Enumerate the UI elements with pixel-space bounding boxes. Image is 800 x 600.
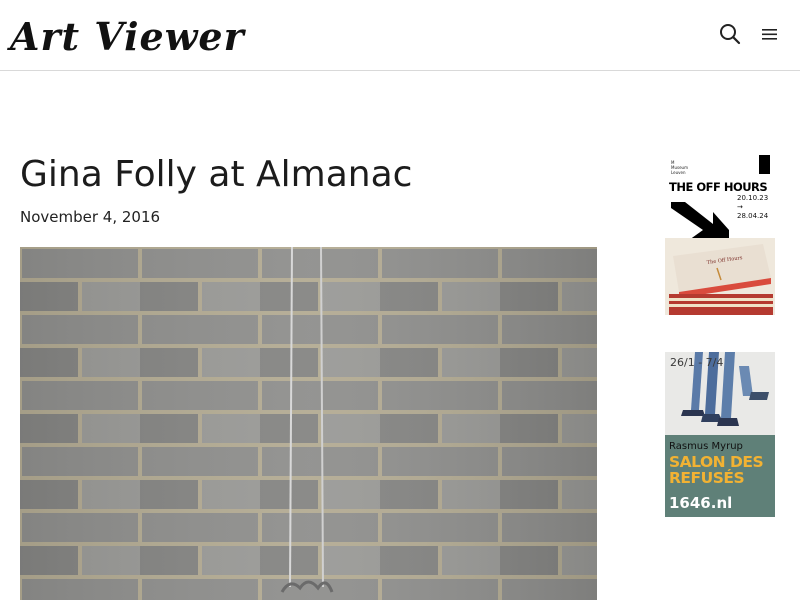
ad-date-start: 20.10.23 — [737, 194, 769, 202]
arrow-down-right-icon — [671, 202, 729, 240]
sidebar-ad-salon-des-refuses[interactable]: 26/1 - 7/4 Rasmus Myrup SALON DES REFUSÉ… — [665, 352, 775, 517]
site-logo[interactable]: Art Viewer — [10, 14, 245, 60]
ad-info-panel: Rasmus Myrup SALON DES REFUSÉS 1646.nl — [665, 435, 775, 517]
ad-brand-line: Leuven — [671, 170, 686, 175]
site-header: Art Viewer — [0, 0, 800, 71]
article-date[interactable]: November 4, 2016 — [20, 206, 160, 228]
article-title: Gina Folly at Almanac — [20, 154, 413, 195]
ad-dates: 20.10.23 → 28.04.24 — [737, 194, 775, 221]
ad-dates: 26/1 - 7/4 — [670, 356, 724, 369]
ad-headline: THE OFF HOURS — [669, 180, 768, 194]
hamburger-menu-icon — [762, 29, 777, 40]
ad-book-photo: The Off Hours — [665, 238, 775, 315]
search-icon — [720, 24, 741, 45]
menu-button[interactable] — [759, 22, 783, 46]
ad-title-line: REFUSÉS — [669, 469, 745, 487]
ad-title-line: SALON DES — [669, 453, 764, 471]
ad-artist: Rasmus Myrup — [669, 441, 743, 452]
ad-url: 1646.nl — [669, 494, 733, 512]
ad-accent-tab — [759, 155, 770, 174]
sidebar-ad-off-hours[interactable]: M Museum Leuven THE OFF HOURS 20.10.23 →… — [665, 155, 775, 315]
ad-title: SALON DES REFUSÉS — [669, 453, 764, 487]
ad-legs-photo: 26/1 - 7/4 — [665, 352, 775, 435]
search-button[interactable] — [718, 22, 742, 46]
ad-date-end: → 28.04.24 — [737, 203, 769, 220]
ad-brand: M Museum Leuven — [671, 160, 711, 175]
article-image — [20, 247, 597, 600]
